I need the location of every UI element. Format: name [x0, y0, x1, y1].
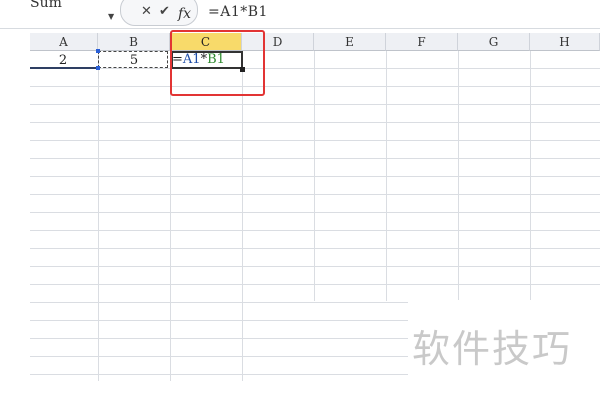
cell-a1-reference-border — [30, 67, 98, 69]
grid-line — [98, 51, 99, 381]
name-box-dropdown-icon[interactable]: ▼ — [108, 12, 114, 21]
column-header-f[interactable]: F — [386, 33, 458, 51]
column-header-b[interactable]: B — [98, 33, 170, 51]
highlight-annotation — [170, 30, 265, 96]
column-header-a[interactable]: A — [30, 33, 98, 51]
column-header-g[interactable]: G — [458, 33, 530, 51]
grid-line — [386, 51, 387, 301]
enter-icon[interactable]: ✔ — [159, 5, 170, 19]
grid-line — [458, 51, 459, 301]
formula-bar: Sum ▼ ✕ ✔ fx =A1*B1 — [0, 0, 600, 29]
grid-line — [170, 51, 171, 381]
formula-input[interactable]: =A1*B1 — [208, 4, 268, 20]
reference-handle[interactable] — [96, 49, 100, 53]
name-box[interactable]: Sum — [30, 0, 116, 18]
grid-line — [242, 51, 243, 381]
watermark: 软件技巧 — [412, 327, 573, 371]
column-header-e[interactable]: E — [314, 33, 386, 51]
grid-line — [314, 51, 315, 301]
cancel-icon[interactable]: ✕ — [141, 5, 152, 19]
reference-handle[interactable] — [96, 66, 100, 70]
grid-line — [530, 51, 531, 301]
cell-b1[interactable]: 5 — [98, 52, 170, 69]
column-header-h[interactable]: H — [530, 33, 600, 51]
insert-function-button[interactable]: fx — [178, 6, 191, 22]
